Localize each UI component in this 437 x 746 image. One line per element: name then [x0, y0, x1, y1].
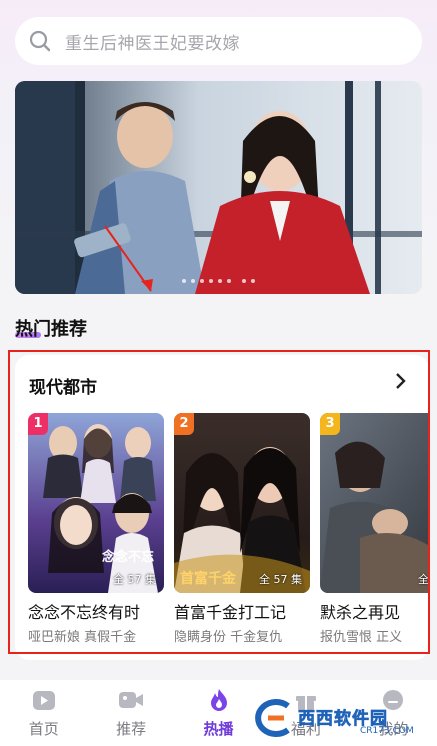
watermark-subtext: CR173.COM — [360, 726, 414, 736]
banner-image — [15, 81, 422, 294]
tab-home[interactable]: 首页 — [0, 680, 87, 746]
drama-item[interactable]: 3 全 默杀之再见 报仇雪恨 正义 — [320, 413, 429, 645]
carousel-dot[interactable] — [242, 279, 246, 283]
video-icon — [119, 692, 144, 708]
drama-tags: 哑巴新娘 真假千金 — [28, 630, 137, 645]
episode-count: 全 57 集 — [113, 573, 156, 586]
featured-banner[interactable] — [15, 81, 422, 294]
category-card: 现代都市 念念不忘 1 全 57 集 念念不忘终有时 哑巴新娘 真假千金 首富千… — [15, 355, 429, 660]
home-icon — [32, 691, 55, 710]
carousel-dot[interactable] — [218, 279, 222, 283]
drama-title[interactable]: 默杀之再见 — [320, 599, 429, 623]
drama-poster[interactable]: 首富千金 2 全 57 集 — [174, 413, 310, 593]
rank-badge: 1 — [28, 413, 48, 435]
watermark-logo — [255, 699, 290, 737]
tab-label: 热播 — [203, 720, 234, 738]
carousel-dot[interactable] — [251, 279, 255, 283]
carousel-dot[interactable] — [227, 279, 231, 283]
search-placeholder: 重生后神医王妃要改嫁 — [65, 33, 240, 54]
fire-icon — [210, 689, 227, 711]
carousel-dot[interactable] — [209, 279, 213, 283]
rank-badge: 3 — [320, 413, 340, 435]
search-bar[interactable]: 重生后神医王妃要改嫁 — [15, 17, 422, 65]
drama-poster[interactable]: 念念不忘 1 全 57 集 — [28, 413, 164, 593]
chevron-right-icon[interactable] — [395, 371, 407, 395]
category-title: 现代都市 — [29, 378, 97, 398]
section-title: 热门推荐 — [15, 319, 87, 340]
tab-recommend[interactable]: 推荐 — [87, 680, 174, 746]
svg-text:首富千金: 首富千金 — [180, 570, 237, 587]
drama-tags: 隐瞒身份 千金复仇 — [174, 630, 283, 645]
carousel-dot[interactable] — [200, 279, 204, 283]
drama-poster[interactable]: 3 全 — [320, 413, 429, 593]
drama-item[interactable]: 念念不忘 1 全 57 集 念念不忘终有时 哑巴新娘 真假千金 — [28, 413, 164, 645]
episode-count: 全 57 集 — [259, 573, 302, 586]
episode-count: 全 — [418, 573, 429, 586]
drama-title[interactable]: 念念不忘终有时 — [28, 599, 164, 623]
rank-badge: 2 — [174, 413, 194, 435]
svg-text:念念不忘: 念念不忘 — [102, 549, 154, 565]
carousel-dot[interactable] — [191, 279, 195, 283]
drama-tags: 报仇雪恨 正义 — [320, 630, 403, 645]
search-icon — [29, 30, 51, 52]
drama-title[interactable]: 首富千金打工记 — [174, 599, 310, 623]
tab-label: 首页 — [28, 720, 59, 738]
drama-item[interactable]: 首富千金 2 全 57 集 首富千金打工记 隐瞒身份 千金复仇 — [174, 413, 310, 645]
tab-label: 推荐 — [116, 720, 147, 738]
carousel-dots — [15, 279, 422, 283]
carousel-dot[interactable] — [182, 279, 186, 283]
site-watermark: 西西软件园 CR173.COM — [248, 698, 418, 740]
